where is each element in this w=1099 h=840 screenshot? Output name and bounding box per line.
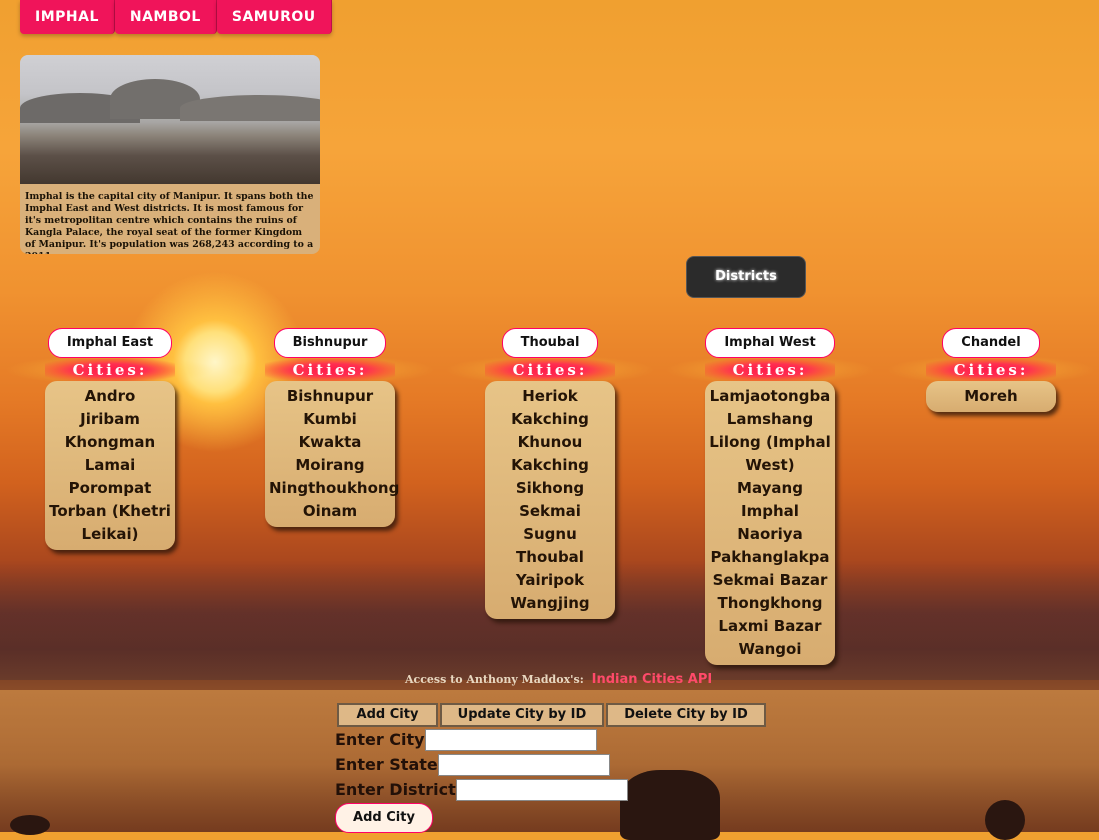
list-item: Mayang Imphal	[737, 479, 803, 520]
list-item: Naoriya	[737, 525, 803, 543]
cities-label: Cities:	[886, 355, 1096, 385]
person-silhouette	[985, 800, 1025, 840]
list-item: Pakhanglakpa	[710, 548, 830, 566]
district-name[interactable]: Thoubal	[501, 328, 599, 358]
api-link[interactable]: Indian Cities API	[592, 672, 713, 687]
list-item: Sekmai	[519, 502, 581, 520]
list-item: Lamjaotongba	[709, 387, 831, 405]
delete-city-tab[interactable]: Delete City by ID	[606, 703, 766, 727]
city-list: Andro Jiribam Khongman Lamai Porompat To…	[45, 381, 175, 550]
district-name[interactable]: Chandel	[942, 328, 1040, 358]
list-item: Porompat	[68, 479, 152, 497]
api-credit: Access to Anthony Maddox's: Indian Citie…	[405, 672, 712, 687]
api-prefix: Access to Anthony Maddox's:	[405, 673, 584, 686]
list-item: Kakching	[511, 410, 589, 428]
update-city-tab[interactable]: Update City by ID	[440, 703, 604, 727]
list-item: Andro	[84, 387, 136, 405]
district-input[interactable]	[455, 778, 628, 801]
list-item: Ningthoukhong	[269, 479, 400, 497]
list-item: Moirang	[295, 456, 365, 474]
list-item: Wangoi	[738, 640, 802, 658]
district-name[interactable]: Bishnupur	[273, 328, 387, 358]
city-list: Heriok Kakching Khunou Kakching Sikhong …	[485, 381, 615, 619]
list-item: Khongman	[64, 433, 156, 451]
district-label: Enter District	[335, 780, 456, 799]
cities-label: Cities:	[665, 355, 875, 385]
list-item: Torban (Khetri Leikai)	[49, 502, 171, 543]
tab-samurou[interactable]: SAMUROU	[216, 0, 332, 34]
list-item: Kumbi	[303, 410, 357, 428]
state-label: Enter State	[335, 755, 438, 774]
action-tabs: Add City Update City by ID Delete City b…	[337, 703, 766, 727]
district-name[interactable]: Imphal East	[47, 328, 173, 358]
cities-label: Cities:	[5, 355, 215, 385]
list-item: Thongkhong	[717, 594, 823, 612]
list-item: Wangjing	[510, 594, 590, 612]
tab-imphal[interactable]: IMPHAL	[20, 0, 115, 34]
add-city-form: Enter City Enter State Enter District	[335, 727, 628, 802]
list-item: Khunou	[517, 433, 583, 451]
list-item: Lamshang	[726, 410, 814, 428]
districts-button[interactable]: Districts	[686, 256, 806, 298]
list-item: Kakching	[511, 456, 589, 474]
city-description: Imphal is the capital city of Manipur. I…	[25, 191, 314, 254]
district-column: Imphal West Cities: Lamjaotongba Lamshan…	[665, 328, 875, 665]
city-input[interactable]	[424, 728, 597, 751]
list-item: Lamai	[84, 456, 136, 474]
cities-label: Cities:	[225, 355, 435, 385]
list-item: Heriok	[522, 387, 578, 405]
tab-nambol[interactable]: NAMBOL	[114, 0, 217, 34]
list-item: Moreh	[964, 387, 1018, 405]
person-silhouette	[10, 815, 50, 835]
district-column: Thoubal Cities: Heriok Kakching Khunou K…	[445, 328, 655, 619]
state-input[interactable]	[437, 753, 610, 776]
district-column: Chandel Cities: Moreh	[886, 328, 1096, 412]
city-photo	[20, 55, 320, 184]
cities-label: Cities:	[445, 355, 655, 385]
district-column: Imphal East Cities: Andro Jiribam Khongm…	[5, 328, 215, 550]
city-list: Lamjaotongba Lamshang Lilong (Imphal Wes…	[705, 381, 835, 665]
district-name[interactable]: Imphal West	[705, 328, 835, 358]
add-city-tab[interactable]: Add City	[337, 703, 438, 727]
list-item: Sugnu	[523, 525, 577, 543]
list-item: Lilong (Imphal West)	[709, 433, 831, 474]
list-item: Kwakta	[298, 433, 362, 451]
city-list: Bishnupur Kumbi Kwakta Moirang Ningthouk…	[265, 381, 400, 527]
city-card: Imphal is the capital city of Manipur. I…	[20, 55, 320, 254]
list-item: Sikhong	[515, 479, 585, 497]
add-city-button[interactable]: Add City	[335, 803, 433, 833]
top-nav: IMPHAL NAMBOL SAMUROU	[20, 0, 332, 34]
list-item: Laxmi Bazar	[718, 617, 822, 635]
list-item: Thoubal	[516, 548, 584, 566]
list-item: Yairipok	[515, 571, 585, 589]
list-item: Sekmai Bazar	[712, 571, 828, 589]
city-label: Enter City	[335, 730, 425, 749]
list-item: Jiribam	[80, 410, 140, 428]
list-item: Bishnupur	[286, 387, 374, 405]
person-silhouette	[620, 770, 720, 840]
district-column: Bishnupur Cities: Bishnupur Kumbi Kwakta…	[225, 328, 435, 527]
list-item: Oinam	[302, 502, 358, 520]
city-list: Moreh	[926, 381, 1056, 412]
